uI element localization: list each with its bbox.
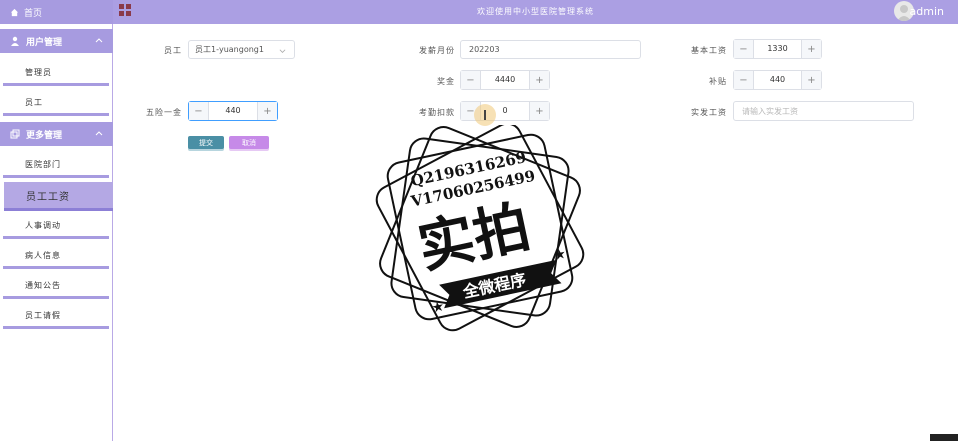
sidebar-item-home[interactable]: 首页	[0, 0, 113, 24]
sidebar-group-label: 更多管理	[26, 130, 63, 141]
bonus-value[interactable]: 4440	[481, 71, 529, 89]
decrease-button[interactable]: −	[734, 71, 754, 89]
base-salary-label: 基本工资	[691, 46, 727, 55]
sidebar-item-patients[interactable]: 病人信息	[3, 245, 109, 266]
home-icon	[10, 8, 19, 16]
employee-select-value: 员工1-yuangong1	[195, 45, 264, 54]
employee-label: 员工	[164, 46, 182, 55]
sidebar-item-label: 通知公告	[25, 281, 61, 290]
sidebar-group-label: 用户管理	[26, 37, 63, 48]
month-input[interactable]: 202203	[460, 40, 641, 59]
sidebar-item-label: 首页	[24, 8, 43, 19]
decrease-button[interactable]: −	[189, 102, 209, 120]
watermark-stamp: Q2196316269 V17060256499 实拍 全微程序 ★ ★	[375, 125, 585, 332]
base-salary-stepper[interactable]: − 1330 +	[733, 39, 822, 59]
sidebar-item-label: 员工工资	[26, 191, 70, 203]
sidebar-item-transfer[interactable]: 人事调动	[3, 215, 109, 236]
net-pay-label: 实发工资	[691, 108, 727, 117]
insurance-stepper[interactable]: − 440 +	[188, 101, 278, 121]
sidebar-item-departments[interactable]: 医院部门	[3, 154, 109, 175]
sidebar-item-label: 医院部门	[25, 160, 61, 169]
insurance-label: 五险一金	[146, 108, 182, 117]
sidebar: 首页 用户管理 管理员 员工 更多管理 医院部门 员工工资 人事调动 病人信息 …	[0, 0, 113, 441]
net-pay-input[interactable]: 请输入实发工资	[733, 101, 914, 121]
sidebar-item-label: 人事调动	[25, 221, 61, 230]
username[interactable]: admin	[910, 5, 944, 18]
bonus-label: 奖金	[437, 77, 455, 86]
increase-button[interactable]: +	[801, 40, 821, 58]
decrease-button[interactable]: −	[734, 40, 754, 58]
submit-button[interactable]: 提交	[188, 136, 224, 149]
sidebar-item-label: 员工	[25, 98, 43, 107]
sidebar-item-notices[interactable]: 通知公告	[3, 275, 109, 296]
allowance-label: 补贴	[709, 77, 727, 86]
bonus-stepper[interactable]: − 4440 +	[460, 70, 550, 90]
sidebar-item-employee[interactable]: 员工	[3, 92, 109, 113]
chevron-up-icon	[95, 131, 103, 136]
system-title: 欢迎使用中小型医院管理系统	[477, 7, 594, 16]
sidebar-item-label: 员工请假	[25, 311, 61, 320]
star-icon: ★	[552, 246, 568, 264]
copy-icon	[10, 129, 20, 139]
corner-overlay	[930, 434, 958, 441]
insurance-value[interactable]: 440	[209, 102, 257, 120]
star-icon: ★	[430, 298, 446, 316]
allowance-stepper[interactable]: − 440 +	[733, 70, 822, 90]
increase-button[interactable]: +	[529, 102, 549, 120]
user-icon	[11, 36, 19, 46]
increase-button[interactable]: +	[801, 71, 821, 89]
sidebar-item-salary[interactable]: 员工工资	[4, 182, 113, 208]
sidebar-item-label: 管理员	[25, 68, 52, 77]
sidebar-group-more-management[interactable]: 更多管理	[0, 122, 113, 146]
base-salary-value[interactable]: 1330	[754, 40, 801, 58]
sidebar-item-leave[interactable]: 员工请假	[3, 305, 109, 326]
chevron-down-icon	[279, 49, 286, 53]
deduction-label: 考勤扣款	[419, 108, 455, 117]
sidebar-group-user-management[interactable]: 用户管理	[0, 29, 113, 53]
chevron-up-icon	[95, 38, 103, 43]
increase-button[interactable]: +	[257, 102, 277, 120]
increase-button[interactable]: +	[529, 71, 549, 89]
cancel-button[interactable]: 取消	[229, 136, 269, 149]
sidebar-item-admin[interactable]: 管理员	[3, 62, 109, 83]
month-label: 发薪月份	[419, 46, 455, 55]
top-bar: 欢迎使用中小型医院管理系统 admin	[113, 0, 958, 24]
decrease-button[interactable]: −	[461, 71, 481, 89]
allowance-value[interactable]: 440	[754, 71, 801, 89]
sidebar-item-label: 病人信息	[25, 251, 61, 260]
text-cursor-icon	[484, 110, 486, 120]
employee-select[interactable]: 员工1-yuangong1	[188, 40, 295, 59]
